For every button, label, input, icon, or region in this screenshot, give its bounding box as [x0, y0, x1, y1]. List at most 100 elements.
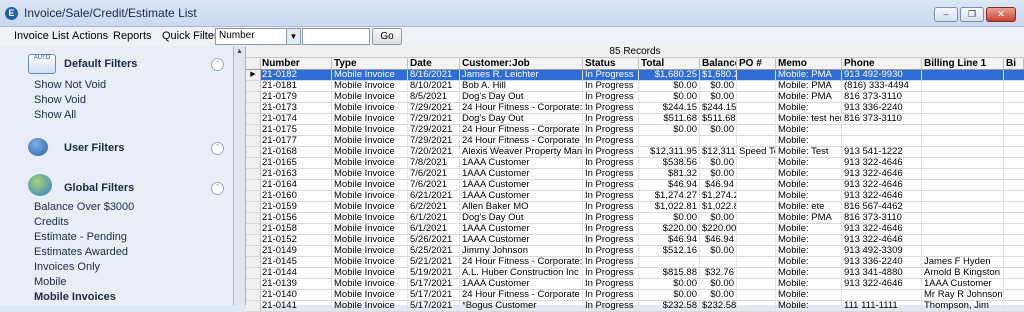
row-indicator[interactable]: [246, 180, 261, 190]
filter-invoices-only[interactable]: Invoices Only: [34, 261, 100, 273]
menu-invoice-list[interactable]: Invoice List: [14, 30, 69, 42]
table-row[interactable]: 21-0139 Mobile Invoice 5/17/2021 1AAA Custo…: [246, 279, 1024, 290]
go-button[interactable]: Go: [372, 28, 402, 45]
menu-actions[interactable]: Actions: [72, 30, 108, 42]
table-row[interactable]: 21-0152 Mobile Invoice 5/26/2021 1AAA Custo…: [246, 235, 1024, 246]
row-indicator[interactable]: [246, 92, 261, 102]
menu-reports[interactable]: Reports: [113, 30, 152, 42]
table-cell: [639, 136, 700, 146]
table-row[interactable]: 21-0158 Mobile Invoice 6/1/2021 1AAA Custom…: [246, 224, 1024, 235]
row-indicator[interactable]: [246, 268, 261, 278]
table-cell: 816 567-4462: [842, 202, 922, 212]
filter-balance-over-3000[interactable]: Balance Over $3000: [34, 201, 134, 213]
table-row[interactable]: 21-0177 Mobile Invoice 7/29/2021 24 Hour Fi…: [246, 136, 1024, 147]
row-indicator[interactable]: [246, 246, 261, 256]
table-row[interactable]: 21-0149 Mobile Invoice 5/25/2021 Jimmy John…: [246, 246, 1024, 257]
row-indicator[interactable]: [246, 301, 261, 311]
column-header[interactable]: Phone: [842, 58, 922, 69]
filter-show-all[interactable]: Show All: [34, 109, 76, 121]
filter-panel: AUTO Default Filters ˆ Show Not Void Sho…: [0, 46, 234, 305]
table-cell: 913 322-4646: [842, 180, 922, 190]
table-cell: 5/19/2021: [408, 268, 460, 278]
table-row[interactable]: 21-0168 Mobile Invoice 7/20/2021 Alexis Wea…: [246, 147, 1024, 158]
row-indicator[interactable]: [246, 169, 261, 179]
table-cell: $1,680.25: [700, 70, 737, 80]
table-cell: Mobile:: [776, 235, 842, 245]
row-indicator[interactable]: [246, 257, 261, 267]
row-indicator[interactable]: [246, 147, 261, 157]
table-row[interactable]: 21-0181 Mobile Invoice 8/10/2021 Bob A. Hil…: [246, 81, 1024, 92]
row-indicator[interactable]: [246, 290, 261, 300]
restore-button[interactable]: ❐: [960, 7, 984, 22]
row-indicator[interactable]: [246, 81, 261, 91]
row-indicator[interactable]: [246, 202, 261, 212]
collapse-icon[interactable]: ˆ: [211, 182, 224, 195]
window-title: Invoice/Sale/Credit/Estimate List: [24, 6, 197, 20]
filter-show-void[interactable]: Show Void: [34, 94, 86, 106]
row-indicator[interactable]: [246, 125, 261, 135]
close-button[interactable]: ✕: [986, 7, 1016, 22]
row-indicator[interactable]: [246, 136, 261, 146]
row-indicator[interactable]: [246, 103, 261, 113]
column-header[interactable]: Total: [639, 58, 700, 69]
column-header[interactable]: Type: [332, 58, 408, 69]
filter-estimate-pending[interactable]: Estimate - Pending: [34, 231, 127, 243]
chevron-down-icon[interactable]: ▼: [286, 29, 300, 44]
row-indicator[interactable]: [246, 158, 261, 168]
table-row[interactable]: ▶ 21-0182 Mobile Invoice 8/16/2021 James R. …: [246, 70, 1024, 81]
user-filters-header[interactable]: User Filters ˆ: [10, 138, 224, 160]
table-row[interactable]: 21-0160 Mobile Invoice 6/21/2021 1AAA Custo…: [246, 191, 1024, 202]
table-row[interactable]: 21-0175 Mobile Invoice 7/29/2021 24 Hour Fi…: [246, 125, 1024, 136]
quick-filter-select[interactable]: Number ▼: [215, 28, 301, 45]
minimize-button[interactable]: –: [934, 7, 958, 22]
table-row[interactable]: 21-0163 Mobile Invoice 7/6/2021 1AAA Custom…: [246, 169, 1024, 180]
table-row[interactable]: 21-0140 Mobile Invoice 5/17/2021 24 Hour Fi…: [246, 290, 1024, 301]
column-header[interactable]: Customer:Job: [460, 58, 583, 69]
column-header[interactable]: Memo: [776, 58, 842, 69]
default-filters-header[interactable]: AUTO Default Filters ˆ: [10, 54, 224, 76]
filter-credits[interactable]: Credits: [34, 216, 69, 228]
filter-estimates-awarded[interactable]: Estimates Awarded: [34, 246, 128, 258]
collapse-left-icon[interactable]: ▲: [236, 48, 243, 55]
table-row[interactable]: 21-0164 Mobile Invoice 7/6/2021 1AAA Custom…: [246, 180, 1024, 191]
column-header[interactable]: Number: [260, 58, 332, 69]
row-indicator[interactable]: [246, 279, 261, 289]
table-cell: 21-0182: [260, 70, 332, 80]
column-header[interactable]: Date: [408, 58, 460, 69]
column-header[interactable]: Balance: [700, 58, 737, 69]
table-cell: $0.00: [700, 169, 737, 179]
table-row[interactable]: 21-0173 Mobile Invoice 7/29/2021 24 Hour Fi…: [246, 103, 1024, 114]
column-header[interactable]: Billing Line 1: [922, 58, 1004, 69]
table-row[interactable]: 21-0156 Mobile Invoice 6/1/2021 Dog's Day O…: [246, 213, 1024, 224]
filter-show-not-void[interactable]: Show Not Void: [34, 79, 106, 91]
quick-filter-input[interactable]: [302, 28, 370, 45]
row-indicator[interactable]: [246, 114, 261, 124]
row-indicator[interactable]: [246, 213, 261, 223]
table-cell: 21-0177: [260, 136, 332, 146]
table-cell: Mobile: PMA: [776, 81, 842, 91]
row-indicator[interactable]: [246, 235, 261, 245]
filter-mobile-invoices[interactable]: Mobile Invoices: [34, 291, 116, 303]
table-row[interactable]: 21-0165 Mobile Invoice 7/8/2021 1AAA Custom…: [246, 158, 1024, 169]
table-row[interactable]: 21-0179 Mobile Invoice 8/5/2021 Dog's Day O…: [246, 92, 1024, 103]
table-cell: Mobile:: [776, 180, 842, 190]
table-row[interactable]: 21-0141 Mobile Invoice 5/17/2021 *Bogus Cus…: [246, 301, 1024, 312]
table-row[interactable]: 21-0174 Mobile Invoice 7/29/2021 Dog's Day …: [246, 114, 1024, 125]
column-header[interactable]: PO #: [737, 58, 776, 69]
column-header[interactable]: Bi: [1004, 58, 1024, 69]
table-row[interactable]: 21-0144 Mobile Invoice 5/19/2021 A.L. Huber…: [246, 268, 1024, 279]
table-row[interactable]: 21-0145 Mobile Invoice 5/21/2021 24 Hour Fi…: [246, 257, 1024, 268]
row-indicator[interactable]: [246, 191, 261, 201]
table-cell: In Progress: [583, 92, 639, 102]
collapse-icon[interactable]: ˆ: [211, 142, 224, 155]
table-cell: $0.00: [639, 279, 700, 289]
filter-mobile[interactable]: Mobile: [34, 276, 66, 288]
current-row-indicator-icon[interactable]: ▶: [246, 70, 261, 80]
global-filters-header[interactable]: Global Filters ˆ: [10, 174, 224, 200]
table-cell: 7/29/2021: [408, 125, 460, 135]
table-row[interactable]: 21-0159 Mobile Invoice 6/2/2021 Allen Baker…: [246, 202, 1024, 213]
column-header[interactable]: Status: [583, 58, 639, 69]
row-indicator[interactable]: [246, 224, 261, 234]
panel-splitter[interactable]: ▲: [234, 46, 246, 305]
collapse-icon[interactable]: ˆ: [211, 58, 224, 71]
